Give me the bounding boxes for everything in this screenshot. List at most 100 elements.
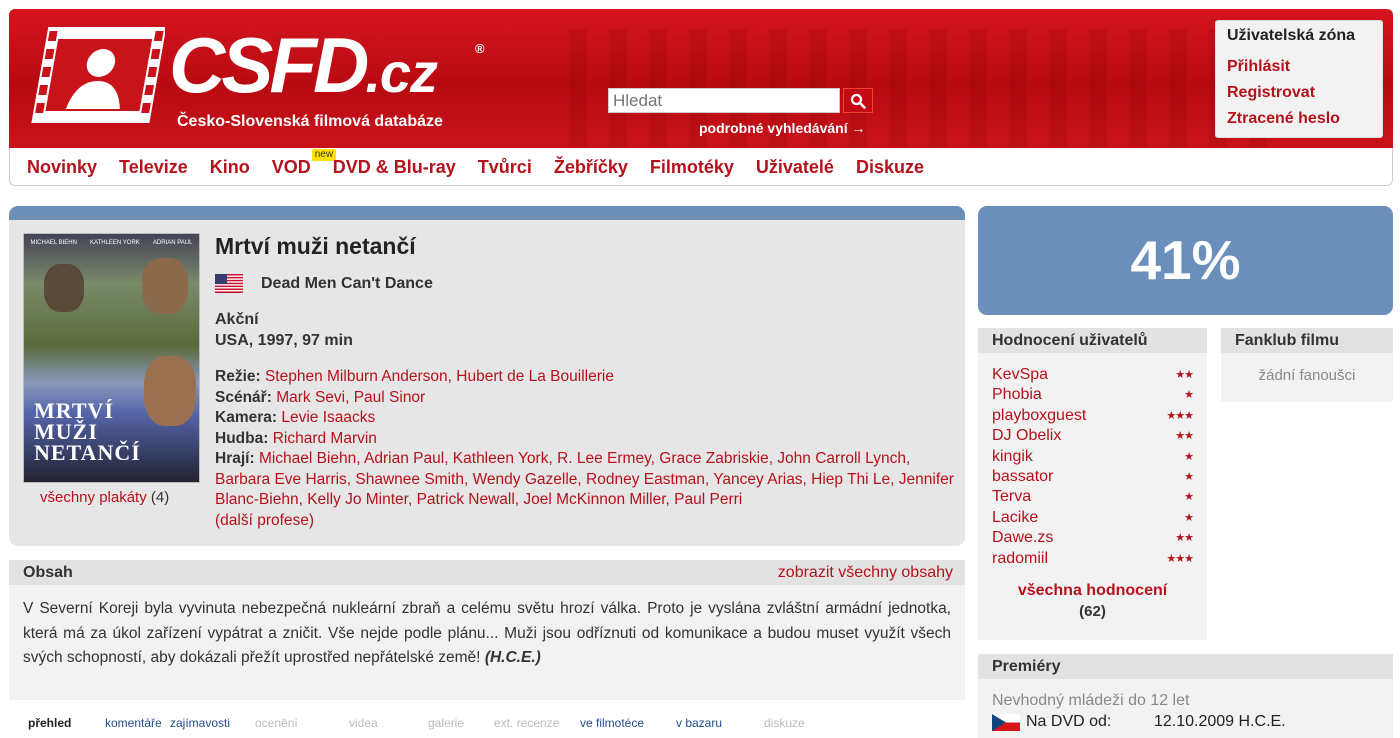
user-link[interactable]: playboxguest — [992, 406, 1086, 426]
film-tabs: přehled komentáře zajímavosti ocenění videa g… — [28, 716, 834, 730]
nav-item-televize[interactable]: Televize — [119, 148, 188, 186]
star-rating-icon: ★★ — [1175, 369, 1194, 381]
tab-item[interactable]: komentáře — [105, 716, 170, 730]
tab-item[interactable]: přehled — [28, 716, 105, 730]
fanclub-panel: Fanklub filmu žádní fanoušci — [1221, 328, 1393, 402]
original-title: Dead Men Can't Dance — [261, 274, 433, 292]
credit-names[interactable]: Michael Biehn, Adrian Paul, Kathleen Yor… — [215, 450, 954, 508]
star-rating-icon: ★ — [1184, 450, 1194, 463]
film-poster[interactable]: MICHAEL BIEHN KATHLEEN YORK ADRIAN PAUL … — [23, 233, 200, 483]
usa-flag-icon — [215, 274, 243, 293]
user-rating-row: playboxguest ★★★ — [992, 406, 1194, 426]
credit-camera: Kamera: Levie Isaacks — [215, 408, 955, 429]
plot-header: Obsah zobrazit všechny obsahy — [9, 560, 965, 585]
user-link[interactable]: bassator — [992, 467, 1053, 487]
user-rating-row: bassator ★ — [992, 467, 1194, 487]
genre-origin: Akční USA, 1997, 97 min — [215, 309, 955, 351]
poster-name: ADRIAN PAUL — [152, 240, 193, 246]
film-credits: Režie: Stephen Milburn Anderson, Hubert … — [215, 367, 955, 531]
ratings-count: (62) — [1079, 603, 1106, 621]
advanced-search-link[interactable]: podrobné vyhledávání → — [699, 120, 865, 136]
search-button[interactable] — [843, 88, 873, 113]
nav-item-zebricky[interactable]: Žebříčky — [554, 148, 628, 186]
nav-item-filmoteky[interactable]: Filmotéky — [650, 148, 734, 186]
overall-rating: 41% — [978, 206, 1393, 315]
poster-name: KATHLEEN YORK — [90, 240, 140, 246]
poster-name: MICHAEL BIEHN — [30, 240, 77, 246]
original-title-row: Dead Men Can't Dance — [215, 274, 955, 293]
user-link[interactable]: Phobia — [992, 385, 1042, 405]
premieres-heading: Premiéry — [978, 654, 1393, 679]
film-reel-icon — [31, 27, 165, 123]
all-ratings-link[interactable]: všechna hodnocení — [978, 582, 1207, 600]
origin-year-length: USA, 1997, 97 min — [215, 332, 353, 349]
user-link[interactable]: DJ Obelix — [992, 426, 1061, 446]
tab-item: diskuze — [764, 716, 805, 730]
main-navigation: Novinky Televize Kino VOD new DVD & Blu-r… — [9, 148, 1393, 186]
search-input[interactable] — [608, 88, 840, 113]
tab-item[interactable]: v bazaru — [676, 716, 764, 730]
nav-item-diskuze[interactable]: Diskuze — [856, 148, 924, 186]
credit-writing: Scénář: Mark Sevi, Paul Sinor — [215, 388, 955, 409]
nav-item-vod-label: VOD — [271, 157, 311, 177]
poster-figure — [142, 258, 188, 314]
nav-item-vod[interactable]: VOD new — [271, 148, 337, 186]
nav-item-novinky[interactable]: Novinky — [27, 148, 97, 186]
nav-item-kino[interactable]: Kino — [210, 148, 250, 186]
star-rating-icon: ★★ — [1175, 430, 1194, 443]
user-link[interactable]: kingik — [992, 447, 1033, 467]
dvd-premiere-row: Na DVD od: 12.10.2009 H.C.E. — [978, 710, 1393, 731]
site-subtitle: Česko-Slovenská filmová databáze — [177, 113, 443, 130]
nav-item-uzivatele[interactable]: Uživatelé — [756, 148, 834, 186]
nav-item-tvurci[interactable]: Tvůrci — [478, 148, 532, 186]
lost-password-link[interactable]: Ztracené heslo — [1227, 106, 1371, 132]
user-link[interactable]: Dawe.zs — [992, 528, 1053, 548]
poster-credit-names: MICHAEL BIEHN KATHLEEN YORK ADRIAN PAUL — [24, 240, 199, 246]
credit-names[interactable]: Stephen Milburn Anderson, Hubert de La B… — [265, 368, 614, 385]
user-rating-row: DJ Obelix ★★ — [992, 426, 1194, 446]
all-posters-label: všechny plakáty — [40, 489, 147, 506]
user-ratings-list: KevSpa ★★ Phobia ★ playboxguest ★★★ DJ Obelix ★… — [978, 353, 1207, 569]
plot-author[interactable]: (H.C.E.) — [485, 649, 541, 666]
registered-mark: ® — [475, 41, 485, 56]
premieres-panel: Premiéry Nevhodný mládeži do 12 let Na D… — [978, 654, 1393, 738]
user-rating-row: KevSpa ★★ — [992, 365, 1194, 385]
plot-section: Obsah zobrazit všechny obsahy V Severní … — [9, 560, 965, 700]
czech-flag-icon — [992, 713, 1020, 731]
poster-title-art: MRTVÍ MUŽI NETANČÍ — [34, 400, 141, 464]
show-all-plots-link[interactable]: zobrazit všechny obsahy — [778, 560, 953, 585]
star-rating-icon: ★★ — [1175, 532, 1194, 545]
more-professions-link[interactable]: (další profese) — [215, 512, 314, 529]
dvd-date: 12.10.2009 H.C.E. — [1154, 713, 1286, 730]
user-rating-row: Phobia ★ — [992, 385, 1194, 405]
posters-count: (4) — [150, 489, 170, 506]
fanclub-empty: žádní fanoušci — [1258, 367, 1356, 384]
login-link[interactable]: Přihlásit — [1227, 54, 1371, 80]
user-link[interactable]: radomiil — [992, 549, 1048, 569]
credit-label: Hudba: — [215, 429, 269, 447]
nav-item-dvd-bluray[interactable]: DVD & Blu-ray — [333, 148, 456, 186]
credit-names[interactable]: Levie Isaacks — [281, 409, 375, 426]
plot-heading: Obsah — [23, 564, 73, 581]
all-posters-link[interactable]: všechny plakáty (4) — [40, 489, 169, 506]
credit-names[interactable]: Richard Marvin — [273, 430, 377, 447]
credit-cast: Hrají: Michael Biehn, Adrian Paul, Kathl… — [215, 449, 955, 531]
credit-directing: Režie: Stephen Milburn Anderson, Hubert … — [215, 367, 955, 388]
age-rating: Nevhodný mládeži do 12 let — [992, 692, 1190, 709]
star-rating-icon: ★ — [1184, 389, 1194, 402]
tab-item: ocenění — [255, 716, 298, 730]
user-link[interactable]: KevSpa — [992, 365, 1048, 385]
tab-item[interactable]: ve filmotéce — [580, 716, 676, 730]
user-link[interactable]: Lacike — [992, 508, 1038, 528]
credit-label: Scénář: — [215, 388, 272, 406]
tab-item[interactable]: zajímavosti — [170, 716, 255, 730]
site-header: CSFD.cz ® Česko-Slovenská filmová databá… — [9, 9, 1393, 148]
poster-figure — [44, 264, 84, 312]
star-rating-icon: ★★★ — [1166, 552, 1194, 565]
site-logo[interactable]: CSFD.cz ® Česko-Slovenská filmová databá… — [29, 23, 499, 133]
credit-names[interactable]: Mark Sevi, Paul Sinor — [276, 389, 425, 406]
register-link[interactable]: Registrovat — [1227, 80, 1371, 106]
film-box-topbar — [9, 206, 965, 220]
tab-item: galerie — [428, 716, 465, 730]
user-link[interactable]: Terva — [992, 487, 1031, 507]
